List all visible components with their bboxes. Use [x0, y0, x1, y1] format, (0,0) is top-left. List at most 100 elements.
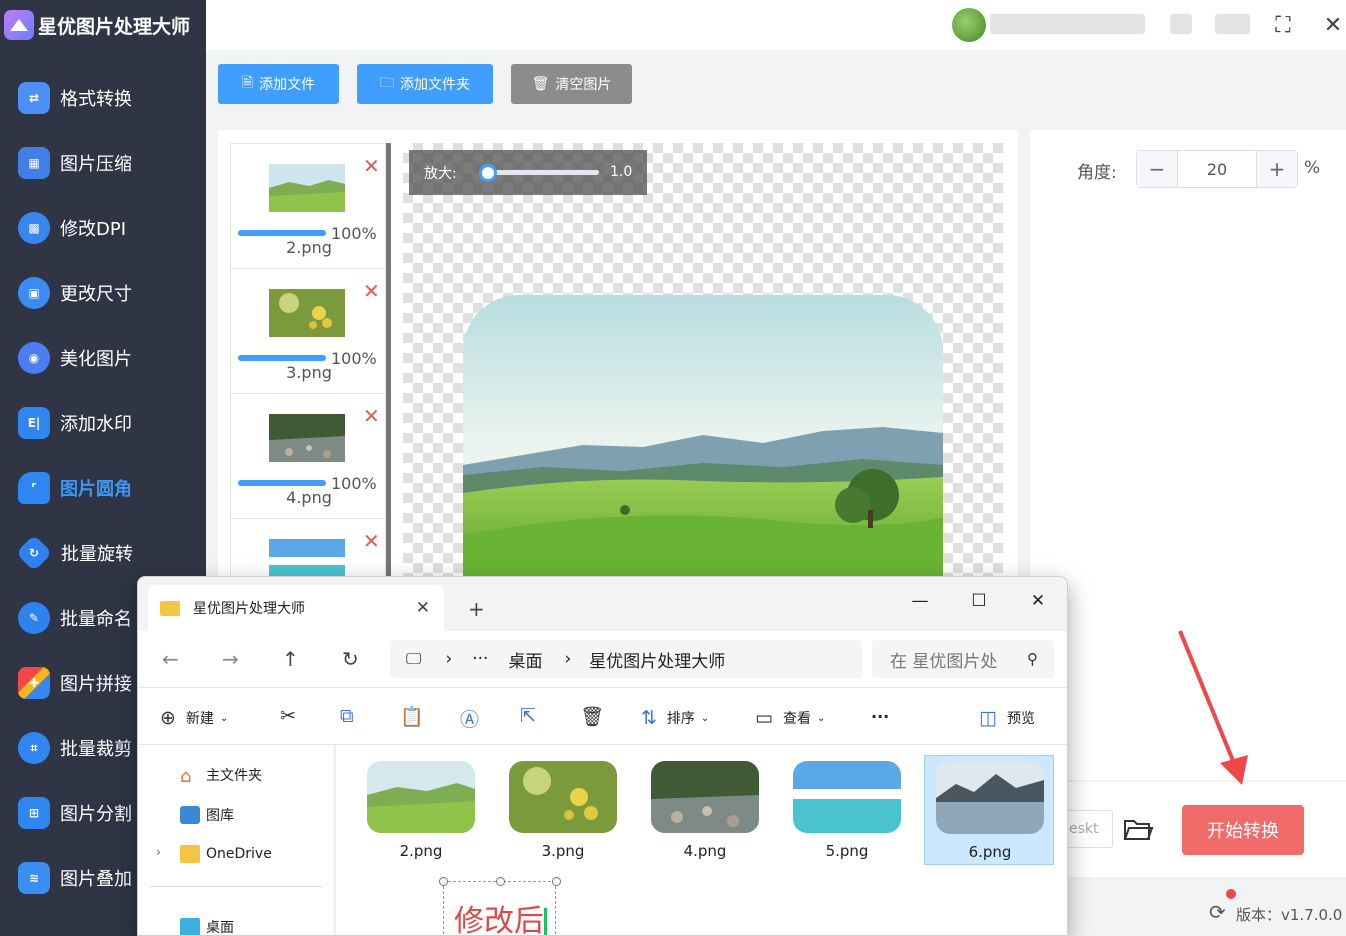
new-tab-icon[interactable]: +: [468, 597, 485, 621]
sidebar-item-watermark[interactable]: E| 添加水印: [0, 398, 206, 448]
maximize-icon[interactable]: ☐: [956, 583, 1002, 619]
remove-file-icon[interactable]: ✕: [363, 404, 380, 428]
refresh-icon[interactable]: ↻: [342, 647, 359, 671]
new-button[interactable]: ⊕ 新建 ⌄: [160, 707, 228, 729]
explorer-file-selected[interactable]: 6.png: [924, 755, 1054, 865]
resize-handle[interactable]: [496, 877, 505, 886]
clear-images-button[interactable]: 🗑 清空图片: [511, 64, 632, 104]
sidebar-item-label: 图片压缩: [60, 154, 132, 175]
explorer-file[interactable]: 4.png: [640, 755, 770, 865]
back-icon[interactable]: ←: [162, 647, 179, 671]
sidebar-item-rotate[interactable]: ↻ 批量旋转: [0, 528, 206, 578]
sidebar-item-dpi[interactable]: ▩ 修改DPI: [0, 203, 206, 253]
refresh-icon[interactable]: ⟳: [1209, 902, 1229, 922]
remove-file-icon[interactable]: ✕: [363, 529, 380, 553]
side-item-desktop[interactable]: 桌面: [180, 917, 234, 935]
close-icon[interactable]: ✕: [1318, 10, 1346, 40]
crop-icon: ⌗: [18, 732, 50, 764]
file-list-scrollbar[interactable]: [386, 143, 391, 583]
sidebar-item-format-convert[interactable]: ⇄ 格式转换: [0, 73, 206, 123]
resize-icon: ▣: [18, 277, 50, 309]
explorer-file[interactable]: 5.png: [782, 755, 912, 865]
format-convert-icon: ⇄: [18, 82, 50, 114]
start-convert-button[interactable]: 开始转换: [1182, 805, 1304, 855]
remove-file-icon[interactable]: ✕: [363, 154, 380, 178]
output-path-input[interactable]: eskt: [1066, 810, 1113, 848]
sort-button[interactable]: ⇅ 排序 ⌄: [641, 707, 709, 729]
close-window-icon[interactable]: ✕: [1015, 583, 1061, 619]
resize-handle[interactable]: [552, 877, 561, 886]
plus-circle-icon: ⊕: [160, 707, 176, 729]
expand-chevron-icon[interactable]: ›: [156, 845, 161, 859]
angle-increase-button[interactable]: +: [1257, 151, 1297, 187]
zoom-slider-handle[interactable]: [479, 164, 497, 182]
up-icon[interactable]: ↑: [282, 647, 299, 671]
share-icon[interactable]: ⇱: [520, 705, 536, 727]
remove-file-icon[interactable]: ✕: [363, 279, 380, 303]
zoom-slider-track[interactable]: [487, 170, 599, 175]
breadcrumb-folder[interactable]: 星优图片处理大师: [589, 647, 725, 672]
file-item[interactable]: ✕ 100% 3.png: [231, 269, 385, 394]
file-item[interactable]: ✕ 100% 4.png: [231, 394, 385, 519]
rename-icon[interactable]: Ⓐ: [460, 705, 479, 732]
cut-icon[interactable]: ✂: [280, 705, 296, 727]
search-input[interactable]: 在 星优图片处 ⚲: [872, 640, 1054, 678]
breadcrumb-desktop[interactable]: 桌面: [508, 647, 542, 672]
view-icon: ▭: [755, 707, 773, 729]
breadcrumb[interactable]: 🖵 › ··· 桌面 › 星优图片处理大师: [390, 640, 862, 678]
side-item-home[interactable]: ⌂ 主文件夹: [180, 765, 262, 787]
explorer-file[interactable]: 2.png: [356, 755, 486, 865]
annotation-text-value: 修改后: [454, 904, 544, 936]
add-folder-button[interactable]: 🗀 添加文件夹: [357, 64, 493, 104]
explorer-file-name: 6.png: [968, 843, 1012, 861]
delete-icon[interactable]: 🗑: [580, 705, 604, 728]
file-thumbnail: [936, 762, 1044, 834]
search-icon: ⚲: [1027, 650, 1038, 668]
paste-icon[interactable]: 📋: [400, 705, 424, 728]
computer-icon: 🖵: [406, 649, 422, 668]
explorer-file[interactable]: 3.png: [498, 755, 628, 865]
add-folder-label: 添加文件夹: [400, 77, 470, 93]
breadcrumb-ellipsis[interactable]: ···: [472, 649, 488, 669]
fullscreen-icon[interactable]: ⛶: [1268, 10, 1298, 40]
search-placeholder: 在 星优图片处: [890, 651, 998, 672]
forward-icon[interactable]: →: [222, 647, 239, 671]
resize-handle[interactable]: [439, 877, 448, 886]
sidebar-item-label: 批量旋转: [61, 544, 133, 565]
side-item-gallery[interactable]: 图库: [180, 805, 234, 825]
sidebar-item-label: 添加水印: [60, 414, 132, 435]
angle-decrease-button[interactable]: −: [1137, 151, 1177, 187]
sidebar-item-resize[interactable]: ▣ 更改尺寸: [0, 268, 206, 318]
file-progress-bar: [238, 355, 326, 361]
view-button[interactable]: ▭ 查看 ⌄: [755, 707, 825, 729]
new-label: 新建: [185, 711, 214, 727]
close-tab-icon[interactable]: ✕: [416, 598, 430, 618]
folder-icon: [160, 600, 180, 616]
minimize-icon[interactable]: —: [897, 583, 943, 619]
sidebar-item-beautify[interactable]: ◉ 美化图片: [0, 333, 206, 383]
explorer-tab[interactable]: 星优图片处理大师 ✕: [148, 585, 444, 631]
angle-unit: %: [1304, 158, 1321, 178]
sidebar-item-compress[interactable]: ▦ 图片压缩: [0, 138, 206, 188]
annotation-text-box[interactable]: 修改后: [439, 877, 561, 936]
sidebar-item-label: 更改尺寸: [60, 284, 132, 305]
side-item-onedrive[interactable]: OneDrive: [180, 845, 272, 863]
angle-input[interactable]: 20: [1177, 151, 1257, 187]
sidebar-item-round-corner[interactable]: ⌜ 图片圆角: [0, 463, 206, 513]
file-thumbnail: [367, 761, 475, 833]
sidebar-item-label: 修改DPI: [60, 219, 127, 240]
user-avatar[interactable]: [952, 8, 986, 42]
file-item[interactable]: ✕: [231, 519, 385, 582]
add-file-label: 添加文件: [259, 77, 316, 93]
chevron-down-icon: ⌄: [219, 712, 229, 724]
add-file-button[interactable]: 🗎 添加文件: [218, 64, 339, 104]
file-progress-fill: [238, 480, 326, 486]
more-options-button[interactable]: ···: [871, 707, 889, 726]
file-thumbnail: [269, 164, 345, 212]
preview-pane-button[interactable]: ◫ 预览: [979, 707, 1035, 729]
open-folder-icon[interactable]: [1122, 815, 1154, 845]
file-item[interactable]: ✕ 100% 2.png: [231, 144, 385, 269]
trash-icon: 🗑: [531, 76, 550, 92]
copy-icon[interactable]: ⧉: [340, 705, 354, 727]
file-progress-bar: [238, 480, 326, 486]
